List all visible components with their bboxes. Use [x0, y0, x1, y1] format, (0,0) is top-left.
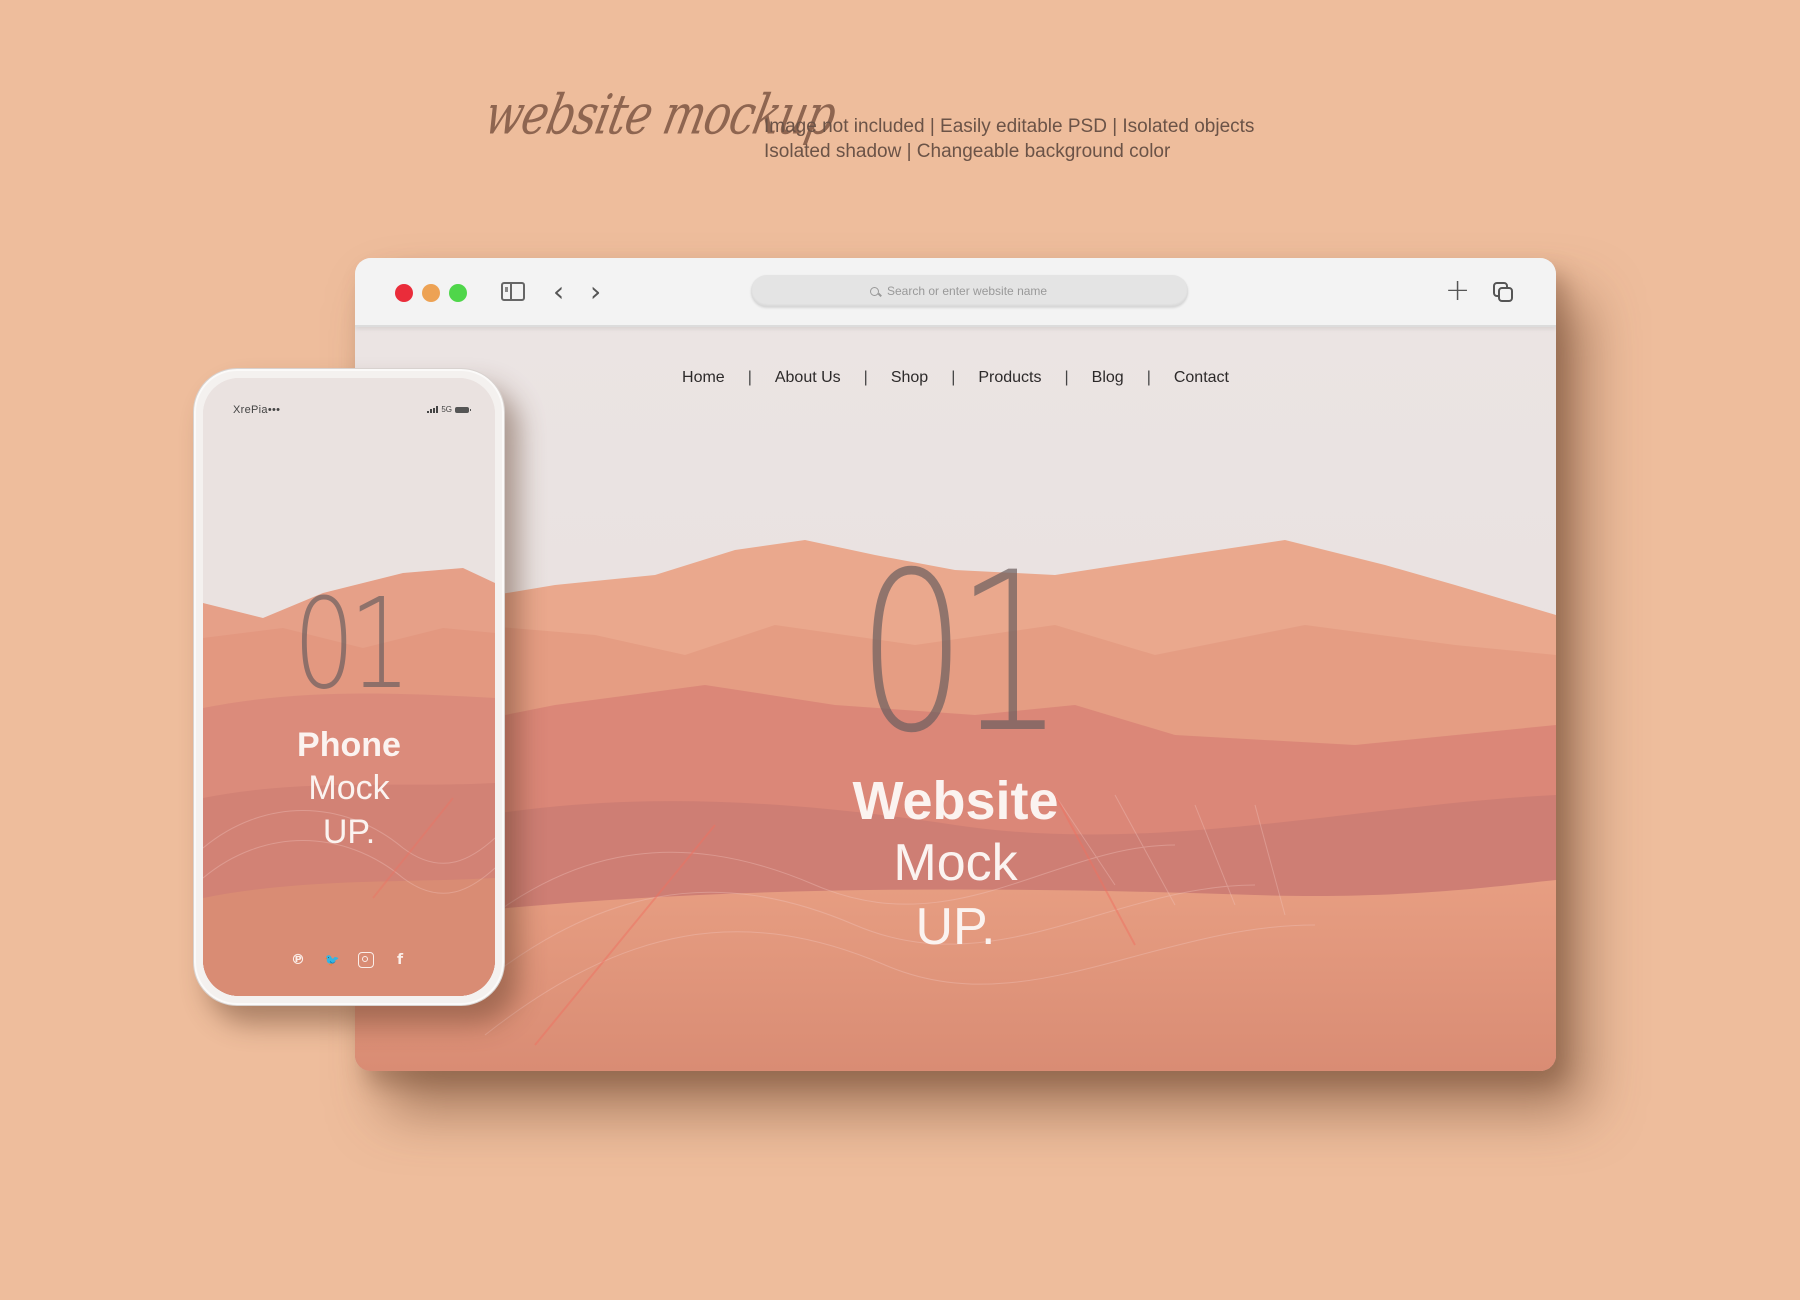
phone-hero-line-1: Phone [297, 726, 401, 764]
phone-screen: XrePia••• 5G 01 Phone Mock UP. ℗ 🐦 f [203, 378, 495, 996]
carrier-name: XrePia••• [233, 404, 281, 416]
phone-hero-line-2: Mock [308, 769, 390, 807]
network-type: 5G [441, 405, 452, 414]
sidebar-toggle-icon[interactable] [501, 282, 525, 301]
pinterest-icon[interactable]: ℗ [290, 952, 306, 968]
phone-hero-title: Phone Mock UP. [203, 724, 495, 854]
chevron-left-icon[interactable]: ‹ [553, 278, 564, 306]
facebook-icon[interactable]: f [392, 952, 408, 968]
browser-window: ‹ › + [355, 258, 1556, 1071]
hero-line-3: UP. [915, 898, 996, 956]
nav-products[interactable]: Products [955, 369, 1064, 387]
twitter-icon[interactable]: 🐦 [324, 952, 340, 968]
nav-about-us[interactable]: About Us [752, 369, 864, 387]
hero-number: 01 [857, 525, 1064, 781]
address-input[interactable] [885, 283, 1069, 299]
hero-line-2: Mock [893, 834, 1018, 892]
feature-line-2: Isolated shadow | Changeable background … [764, 141, 1171, 162]
hero-title: Website Mock UP. [355, 771, 1556, 959]
site-nav: Home | About Us | Shop | Products | Blog… [355, 369, 1556, 387]
minimize-window-button[interactable] [422, 284, 440, 302]
status-indicators: 5G [427, 405, 471, 414]
nav-contact[interactable]: Contact [1151, 369, 1252, 387]
battery-icon [455, 406, 471, 413]
social-links: ℗ 🐦 f [203, 952, 495, 968]
instagram-icon[interactable] [358, 952, 374, 968]
browser-toolbar: ‹ › + [355, 258, 1556, 327]
tabs-overview-icon[interactable] [1493, 282, 1515, 304]
close-window-button[interactable] [395, 284, 413, 302]
plus-icon[interactable]: + [1445, 276, 1470, 306]
nav-home[interactable]: Home [659, 369, 748, 387]
search-icon [870, 286, 879, 296]
chevron-right-icon[interactable]: › [590, 278, 601, 306]
phone-hero-number: 01 [293, 572, 411, 717]
phone-hero-line-3: UP. [322, 813, 376, 851]
web-page: Home | About Us | Shop | Products | Blog… [355, 325, 1556, 1071]
feature-line-1: Image not included | Easily editable PSD… [764, 116, 1255, 137]
feature-list: Image not included | Easily editable PSD… [764, 114, 1254, 164]
nav-shop[interactable]: Shop [868, 369, 951, 387]
address-bar[interactable] [751, 275, 1188, 307]
phone-device: XrePia••• 5G 01 Phone Mock UP. ℗ 🐦 f [193, 368, 505, 1006]
nav-blog[interactable]: Blog [1069, 369, 1147, 387]
hero-line-1: Website [852, 771, 1059, 831]
signal-icon [427, 406, 439, 413]
status-bar: XrePia••• 5G [203, 404, 495, 418]
maximize-window-button[interactable] [449, 284, 467, 302]
